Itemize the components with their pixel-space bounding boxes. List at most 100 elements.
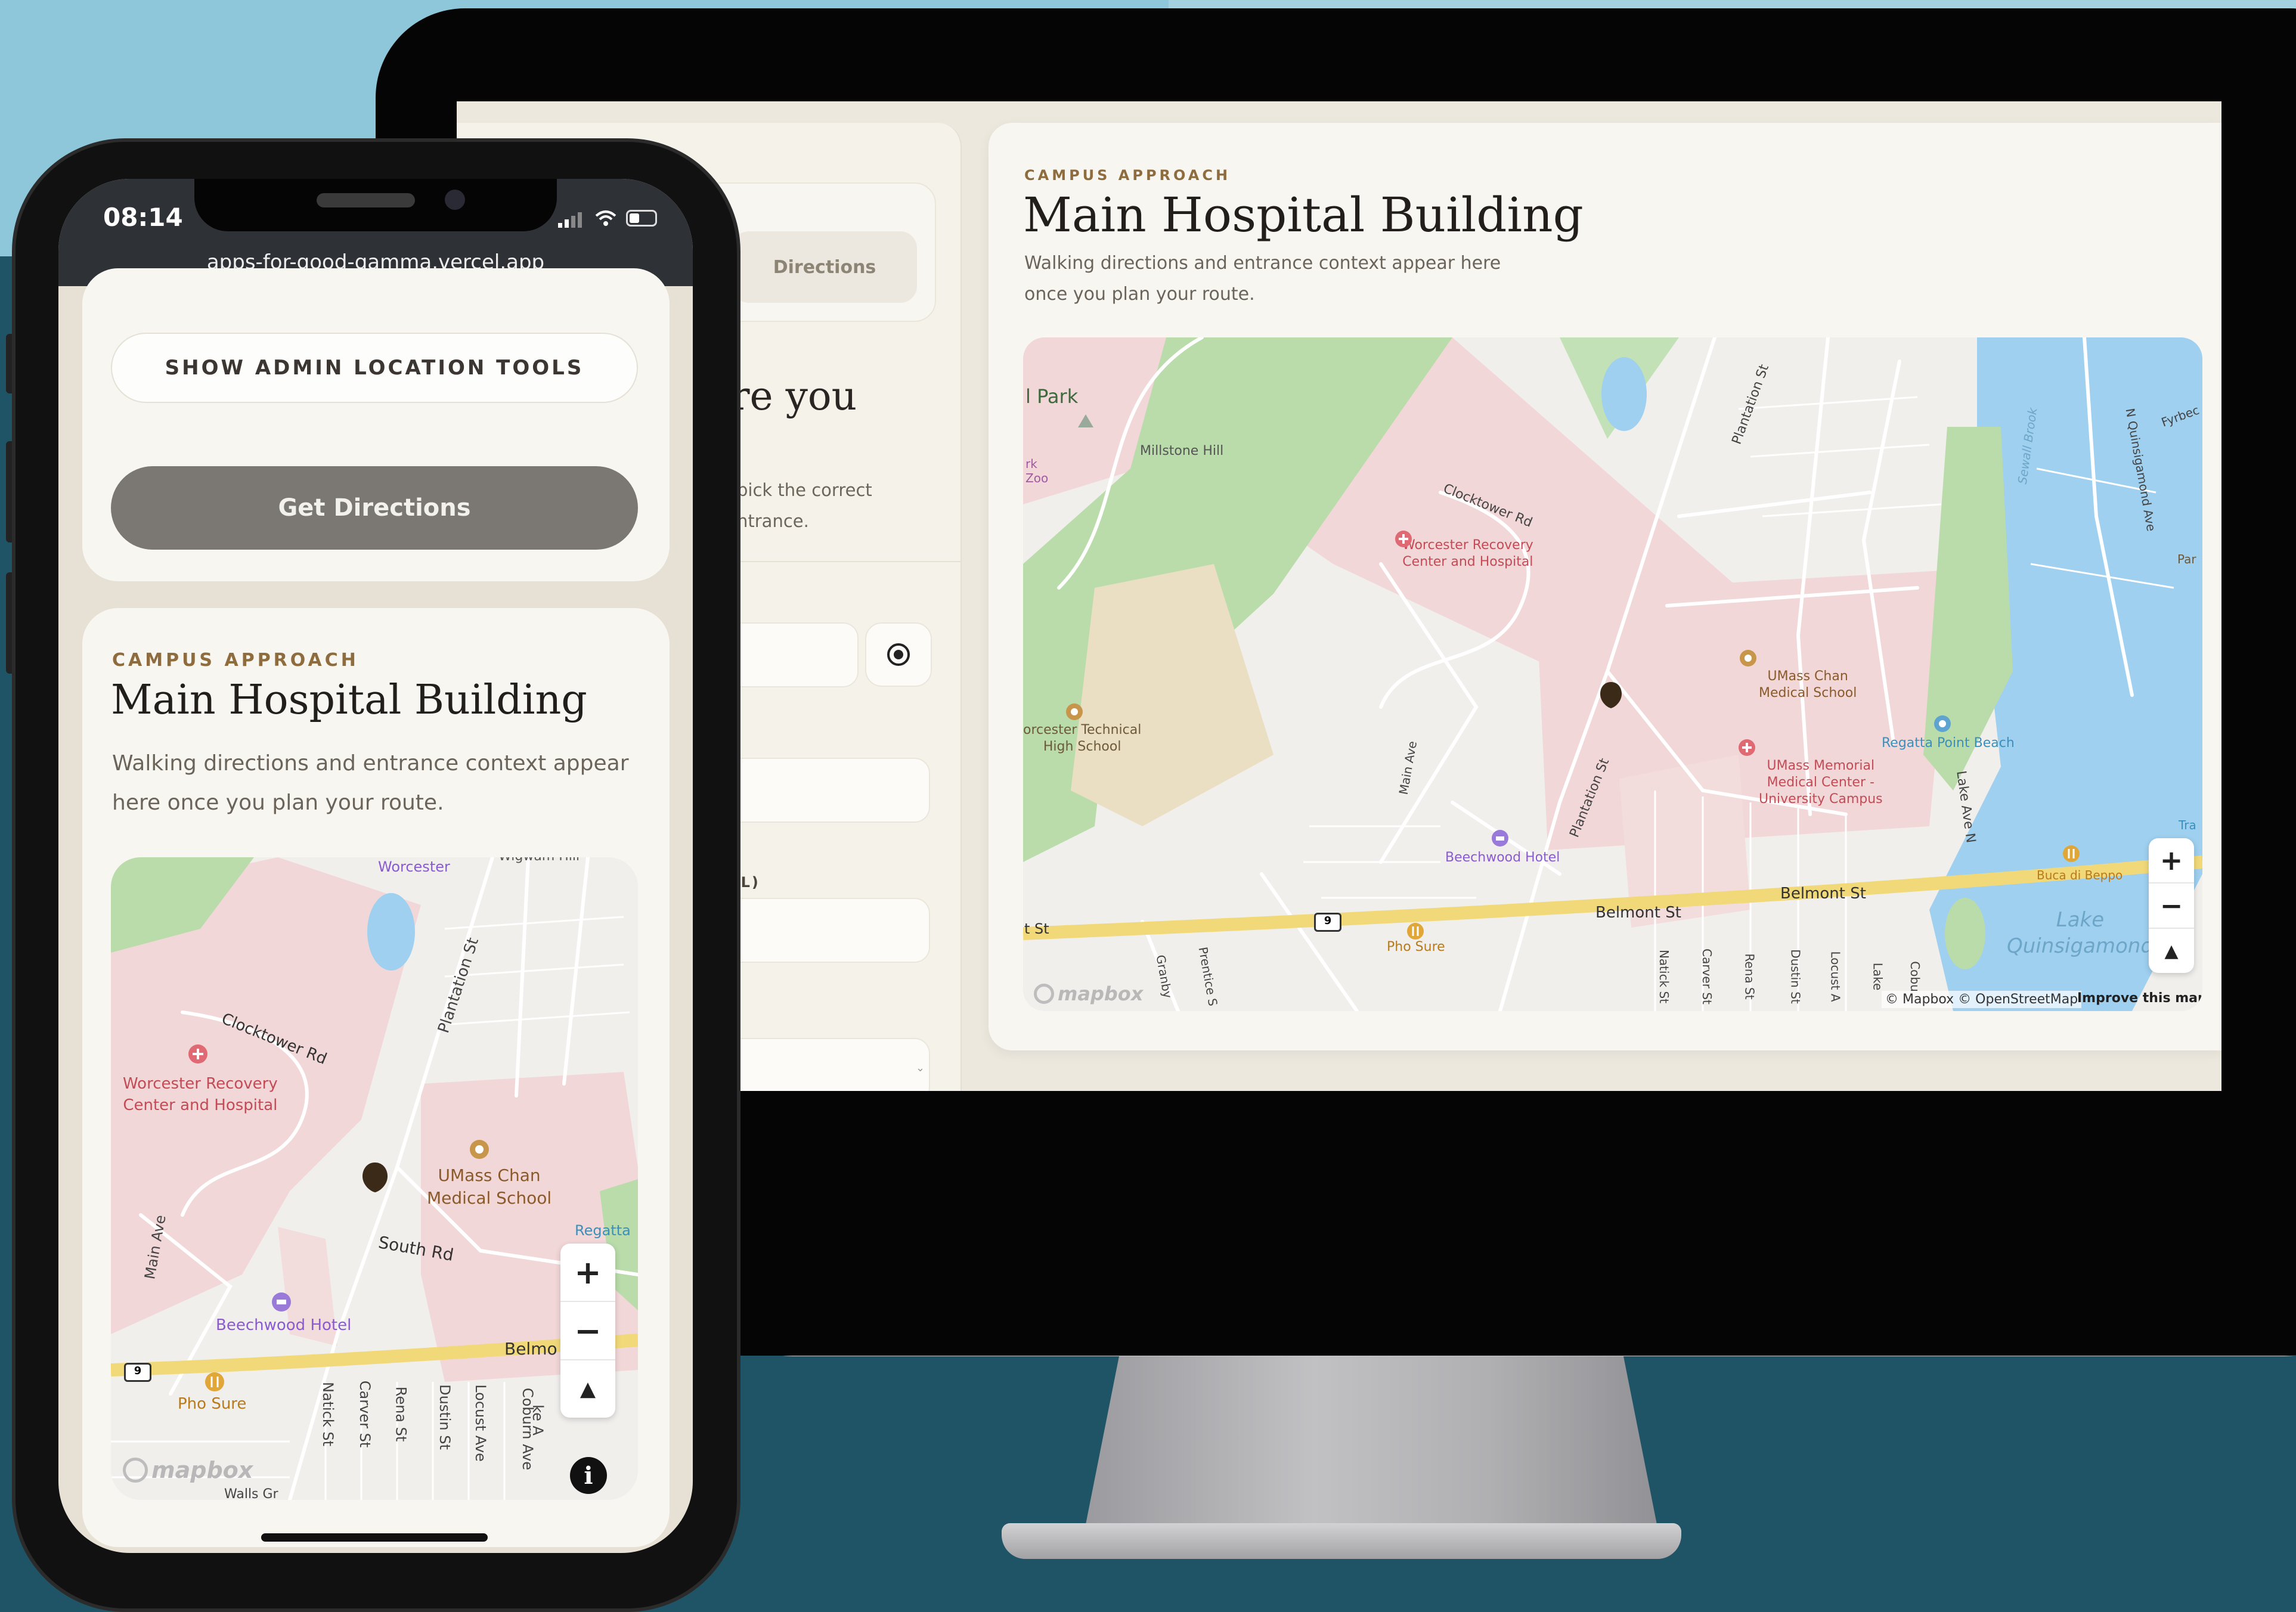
map-info-button[interactable]: i [570,1457,607,1494]
map-label-umass-chan: UMass Chan Medical School [1759,669,1857,700]
school-pin-icon [1740,650,1756,666]
map-label-technical-high-school: orcester Technical High School [1023,723,1142,754]
campus-approach-card-mobile: CAMPUS APPROACH Main Hospital Building W… [82,608,670,1547]
map-label-street-locust: Locust A [1828,951,1843,1002]
card-eyebrow: CAMPUS APPROACH [112,650,359,671]
destination-marker-icon[interactable] [361,1161,389,1194]
front-camera [445,190,465,210]
hotel-pin-icon [1492,830,1508,847]
campus-approach-card: CAMPUS APPROACH Main Hospital Building W… [989,123,2221,1050]
map-label-tra: Tra [2179,818,2196,832]
map-label-street-lake: Lake [1870,962,1885,991]
entrance-select[interactable] [713,1038,930,1091]
map-label-wigwam-hill: Wigwam Hill [498,857,580,864]
route-9-shield: 9 [124,1363,151,1382]
map-label-par: Par [2177,552,2196,566]
map-label-buca-di-beppo: Buca di Beppo [2037,868,2123,882]
improve-map-link[interactable]: Improve this map [2077,991,2202,1006]
map-label-belmont-st-1: Belmont St [1595,904,1681,922]
map-attribution[interactable]: © Mapbox © OpenStreetMap [1882,991,2082,1008]
wifi-icon [595,210,616,226]
map-label-worcester-recovery: Worcester Recovery Center and Hospital [1402,538,1533,569]
map-label-street-natick: Natick St [1657,949,1672,1004]
speaker-grille [317,193,415,207]
map-label-regatta: Regatta [575,1222,631,1239]
locate-icon [887,643,910,666]
compass-button[interactable]: ▲ [560,1360,615,1418]
map-label-millstone-hill: Millstone Hill [1140,444,1224,458]
form-description: pick the correct ntrance. [737,480,872,531]
tab-directions[interactable]: Directions [732,231,917,303]
restaurant-pin-icon [1407,923,1424,940]
mapbox-logo[interactable]: mapbox [123,1457,253,1483]
battery-icon [626,210,657,227]
card-description-line2: here once you plan your route. [112,790,444,815]
signal-icon [558,212,582,228]
map-label-regatta-point-beach: Regatta Point Beach [1882,736,2015,751]
map-label-walls: Walls Gr [224,1487,278,1500]
map-label-zoo: rk Zoo [1025,457,1049,485]
map-label-street-locust: Locust Ave [472,1384,489,1462]
map-label-umass-memorial: UMass Memorial Medical Center - Universi… [1759,758,1883,807]
card-description-line1: Walking directions and entrance context … [112,751,629,776]
map-label-street-ke-a: ke A [529,1405,546,1436]
map-zoom-controls: + − ▲ [2149,838,2194,973]
map-label-umass-chan: UMass Chan Medical School [427,1165,552,1208]
mapbox-logo-text: mapbox [1058,982,1144,1005]
map-label-belmont-st-2: Belmont St [1780,885,1866,903]
compass-button[interactable]: ▲ [2149,929,2194,973]
desktop-map[interactable]: l Park rk Zoo Millstone Hill Clocktower … [1023,337,2202,1011]
restaurant-pin-icon [205,1372,224,1391]
card-description-line2: once you plan your route. [1024,284,1255,305]
beach-pin-icon [1934,715,1951,732]
zoom-in-button[interactable]: + [560,1244,615,1302]
hospital-pin-icon [188,1044,207,1064]
monitor-stand-neck [1085,1354,1657,1527]
zoom-in-button[interactable]: + [2149,838,2194,884]
map-label-street-dustin: Dustin St [436,1384,453,1450]
peak-icon [1078,414,1093,427]
school-pin-icon [1066,703,1083,720]
card-title: Main Hospital Building [111,677,587,724]
hospital-pin-icon [1395,531,1412,547]
map-label-worcester-recovery: Worcester Recovery Center and Hospital [123,1075,278,1114]
map-label-street-dustin: Dustin St [1788,949,1803,1004]
mapbox-logo-text: mapbox [151,1457,253,1483]
map-label-beechwood-hotel: Beechwood Hotel [1445,850,1560,865]
map-label-street-carver: Carver St [357,1380,374,1448]
mobile-map[interactable]: Worcester Wigwam Hill Plantation St Cloc… [111,857,638,1500]
destination-input[interactable] [713,758,930,823]
phone-notch [194,179,557,231]
card-eyebrow: CAMPUS APPROACH [1024,167,1231,184]
map-label-worcester: Worcester [378,858,450,875]
map-label-street-rena: Rena St [1742,953,1757,1000]
status-time: 08:14 [103,203,183,232]
mapbox-logo-icon [123,1458,148,1483]
use-current-location-button[interactable] [865,622,932,687]
map-label-street-cobu: Cobu [1907,961,1922,992]
hospital-pin-icon [1739,739,1755,756]
card-description-line1: Walking directions and entrance context … [1024,253,1501,274]
chevron-down-icon: ⌄ [916,1062,925,1074]
map-label-belmo: Belmo [504,1339,557,1359]
zoom-out-button[interactable]: − [560,1302,615,1360]
map-label-street-natick: Natick St [320,1381,337,1447]
map-label-pho-sure: Pho Sure [178,1395,247,1413]
map-label-street-carver: Carver St [1699,948,1714,1005]
home-indicator [261,1533,488,1542]
zoom-out-button[interactable]: − [2149,884,2194,929]
map-label-lake-quinsigamond: Lake Quinsigamond [2007,908,2154,958]
map-label-beechwood-hotel: Beechwood Hotel [216,1316,352,1334]
show-admin-tools-button[interactable]: SHOW ADMIN LOCATION TOOLS [111,333,638,403]
mapbox-logo[interactable]: mapbox [1034,982,1143,1005]
map-label-street-rena: Rena St [392,1386,410,1442]
get-directions-button[interactable]: Get Directions [111,466,638,550]
form-heading: re you [731,373,857,419]
optional-input[interactable] [713,898,930,963]
card-title: Main Hospital Building [1023,187,1584,243]
map-label-st-left: t St [1024,920,1049,937]
map-label-park: l Park [1025,385,1079,408]
mapbox-logo-icon [1034,984,1054,1004]
monitor-stand-base [1002,1523,1681,1559]
destination-marker-icon[interactable] [1599,681,1623,709]
